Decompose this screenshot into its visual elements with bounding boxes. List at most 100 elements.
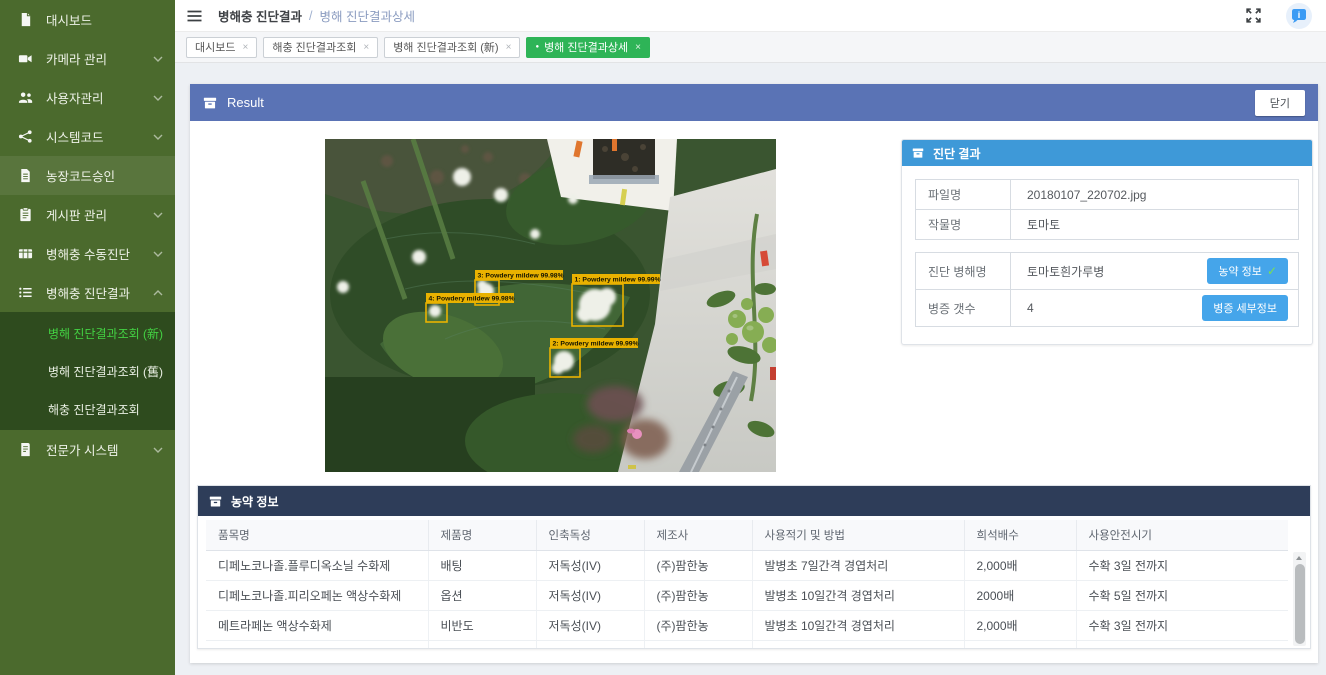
table-cell: (주)팜한농 [644,611,752,641]
chevron-up-icon [153,290,163,296]
sidebar-item[interactable]: 대시보드 [0,0,175,39]
table-row[interactable]: 디페노코나졸.플루디옥소닐 수화제배팅저독성(IV)(주)팜한농발병초 7일간격… [206,551,1288,581]
row-label: 작물명 [916,210,1011,239]
column-header: 사용적기 및 방법 [752,520,964,551]
table-cell: 2,000배 [964,551,1076,581]
sidebar-item[interactable]: 전문가 시스템 [0,430,175,469]
pesticide-table-header-row: 품목명제품명인축독성제조사사용적기 및 방법희석배수사용안전시기 [206,520,1288,551]
breadcrumb-separator: / [309,9,312,23]
row-value: 4 [1011,301,1034,315]
table-cell: 저독성(IV) [536,641,644,649]
sidebar-item-label: 농장코드승인 [46,166,115,185]
tab-close-icon[interactable]: × [635,42,641,53]
table-row[interactable]: 메트라페논 액상수화제비반도저독성(IV)(주)팜한농발병초 10일간격 경엽처… [206,611,1288,641]
table-cell: 2000배 [964,581,1076,611]
tab[interactable]: 대시보드× [186,37,257,58]
table-cell: 발병초 10일간격 경엽처리 [752,611,964,641]
chat-info-icon[interactable]: i [1286,3,1312,29]
board-icon [18,207,33,222]
detection-label: 2: Powdery mildew 99.99% [553,340,639,347]
close-button[interactable]: 닫기 [1255,90,1305,116]
tab[interactable]: 병해 진단결과조회 (新)× [384,37,520,58]
tab-label: 병해 진단결과상세 [544,39,628,55]
sidebar-item[interactable]: 병해충 진단결과 [0,273,175,312]
pesticide-panel-header: 농약 정보 [198,486,1310,516]
table-scrollbar[interactable] [1293,552,1306,646]
table-cell: (주)팜한농 [644,551,752,581]
sidebar-subitem[interactable]: 해충 진단결과조회 [0,390,175,428]
sidebar-item[interactable]: 사용자관리 [0,78,175,117]
row-value: 토마토흰가루병 [1011,263,1104,280]
symptom-detail-button[interactable]: 병증 세부정보 [1202,295,1288,321]
sidebar-item-label: 시스템코드 [46,127,104,146]
row-label: 병증 갯수 [916,290,1011,326]
sidebar-subitem[interactable]: 병해 진단결과조회 (舊) [0,352,175,390]
sidebar: 대시보드카메라 관리사용자관리시스템코드농장코드승인게시판 관리병해충 수동진단… [0,0,175,675]
row-label: 진단 병해명 [916,253,1011,289]
table-cell: 2,000배 [964,641,1076,649]
table-cell: 저독성(IV) [536,551,644,581]
check-icon: ✓ [1267,265,1277,277]
table-cell: 발병초 7일간격 경엽처리 [752,551,964,581]
pesticide-info-button[interactable]: 농약 정보 ✓ [1207,258,1288,284]
table-cell: 2,000배 [964,611,1076,641]
sidebar-item-label: 병해충 수동진단 [46,244,130,263]
manual-diagnosis-icon [18,246,33,261]
sidebar-item[interactable]: 게시판 관리 [0,195,175,234]
expert-icon [18,442,33,457]
diagnosis-card-header: 진단 결과 [902,140,1312,166]
tab-active[interactable]: ● 병해 진단결과상세 × [526,37,649,58]
scrollbar-thumb[interactable] [1295,564,1305,644]
sidebar-item-label: 사용자관리 [46,88,104,107]
row-value: 토마토 [1011,216,1060,233]
table-cell: 배팅 [428,551,536,581]
diagnosis-row-filename: 파일명 20180107_220702.jpg [916,180,1298,210]
diagnosis-card-title: 진단 결과 [933,145,981,162]
svg-text:i: i [1298,9,1301,19]
archive-icon [203,96,217,110]
diagnosis-row-count: 병증 갯수 4 병증 세부정보 [916,290,1298,326]
scrollbar-up-arrow[interactable] [1296,556,1302,560]
sidebar-subitem[interactable]: 병해 진단결과조회 (新) [0,314,175,352]
users-icon [18,90,33,105]
table-cell: 저독성(IV) [536,581,644,611]
chevron-down-icon [153,447,163,453]
active-tab-bullet: ● [535,44,539,50]
table-cell: 저독성(IV) [536,611,644,641]
sidebar-item[interactable]: 시스템코드 [0,117,175,156]
column-header: 제품명 [428,520,536,551]
table-cell: 발병초 10일간격 경엽처리 [752,641,964,649]
archive-icon [209,495,222,508]
hamburger-menu-icon[interactable] [186,8,203,24]
result-panel-header: Result 닫기 [190,84,1318,121]
row-label: 파일명 [916,180,1011,209]
sidebar-item-label: 전문가 시스템 [46,440,118,459]
tab-close-icon[interactable]: × [242,42,248,53]
diagnosis-file-group: 파일명 20180107_220702.jpg 작물명 토마토 [915,179,1299,240]
chevron-down-icon [153,56,163,62]
sidebar-item-label: 게시판 관리 [46,205,107,224]
sidebar-item[interactable]: 농장코드승인 [0,156,175,195]
archive-icon [912,147,924,159]
table-row[interactable]: 디페노코나졸.피리오페논 액상수화제옵션저독성(IV)(주)팜한농발병초 10일… [206,581,1288,611]
tab-close-icon[interactable]: × [506,42,512,53]
table-cell: 옵션 [428,581,536,611]
breadcrumb-page: 병해 진단결과상세 [319,6,414,25]
sidebar-item-label: 카메라 관리 [46,49,107,68]
column-header: 제조사 [644,520,752,551]
tab[interactable]: 해충 진단결과조회× [263,37,378,58]
column-header: 품목명 [206,520,428,551]
fullscreen-expand-icon[interactable] [1245,7,1262,24]
tab-close-icon[interactable]: × [363,42,369,53]
column-header: 인축독성 [536,520,644,551]
table-cell: 메트라페논 액상수화제 [206,641,428,649]
sidebar-item[interactable]: 병해충 수동진단 [0,234,175,273]
table-cell: (주)팜한농 [644,641,752,649]
row-value: 20180107_220702.jpg [1011,188,1146,202]
breadcrumb-section: 병해충 진단결과 [218,6,302,25]
sidebar-item-label: 병해충 진단결과 [46,283,130,302]
sidebar-item-label: 대시보드 [46,10,92,29]
diagnosis-detail-group: 진단 병해명 토마토흰가루병 농약 정보 ✓ 병증 갯수 [915,252,1299,327]
table-row[interactable]: 메트라페논 액상수화제비반도저독성(IV)(주)팜한농발병초 10일간격 경엽처… [206,641,1288,649]
sidebar-item[interactable]: 카메라 관리 [0,39,175,78]
